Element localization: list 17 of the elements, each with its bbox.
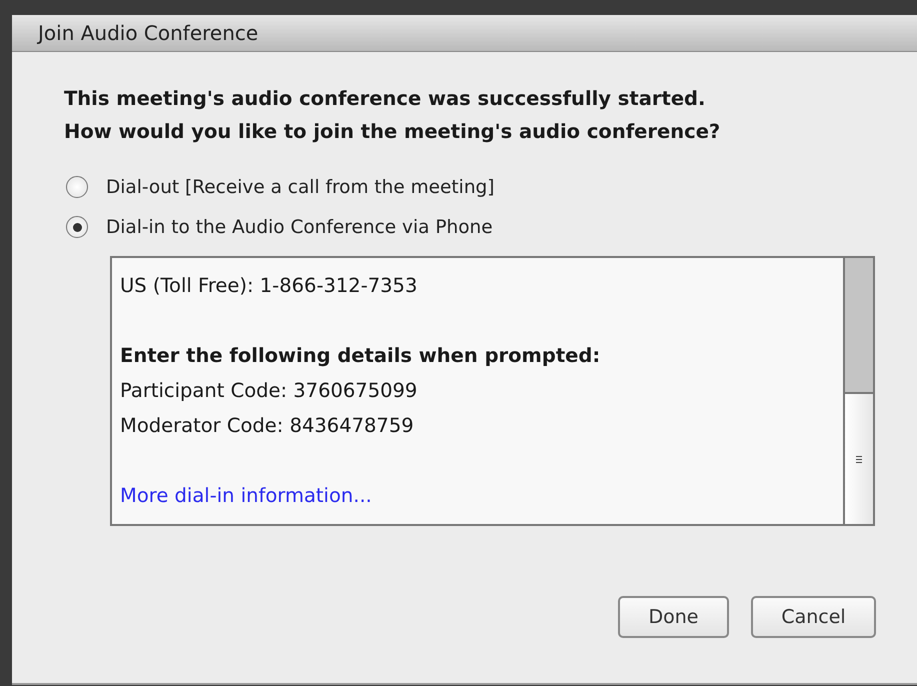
message-text: How would you like to join the meeting's audio conference? (64, 119, 722, 145)
option-label[interactable]: Dial-in to the Audio Conference via Phone (106, 216, 493, 238)
scrollbar-thumb[interactable] (845, 258, 873, 394)
window-title: Join Audio Conference (38, 21, 258, 45)
scrollbar[interactable] (843, 258, 873, 524)
dial-in-link[interactable]: More dial-in information... (120, 478, 372, 513)
dialog-button[interactable]: Cancel (751, 596, 876, 638)
dialog-button[interactable]: Done (618, 596, 729, 638)
message-text: This meeting's audio conference was successfully started. (64, 86, 706, 112)
details-heading: Enter the following details when prompted: (120, 343, 600, 369)
details-text: US (Toll Free): 1-866-312-7353 (120, 273, 418, 299)
details-text: Moderator Code: 8436478759 (120, 413, 414, 439)
option-label[interactable]: Dial-out [Receive a call from the meeting] (106, 176, 495, 198)
radio-button[interactable] (66, 176, 88, 198)
radio-button[interactable] (66, 216, 88, 238)
grip-icon (856, 456, 862, 462)
details-text: Participant Code: 3760675099 (120, 378, 418, 404)
